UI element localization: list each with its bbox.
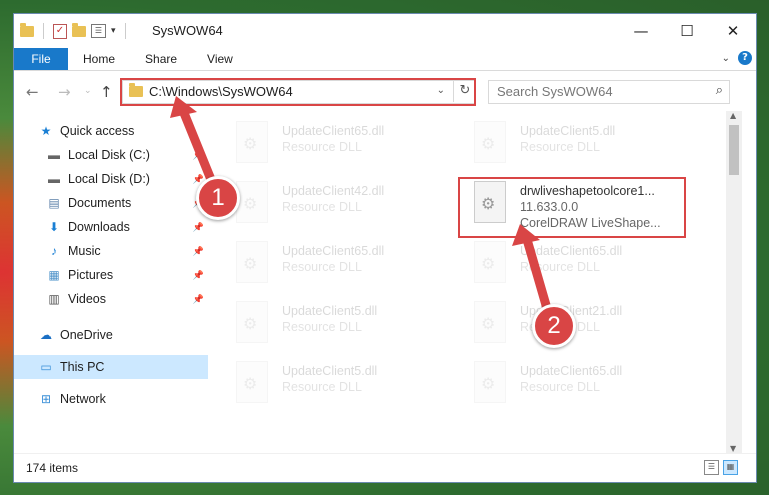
arrow-2-head: [512, 224, 540, 246]
annotation-arrows: [170, 96, 553, 317]
callout-badge-1: 1: [196, 176, 240, 220]
arrow-2: [521, 231, 553, 317]
arrow-1: [177, 103, 217, 187]
callout-badge-2: 2: [532, 304, 576, 348]
arrow-1-head: [170, 96, 197, 118]
